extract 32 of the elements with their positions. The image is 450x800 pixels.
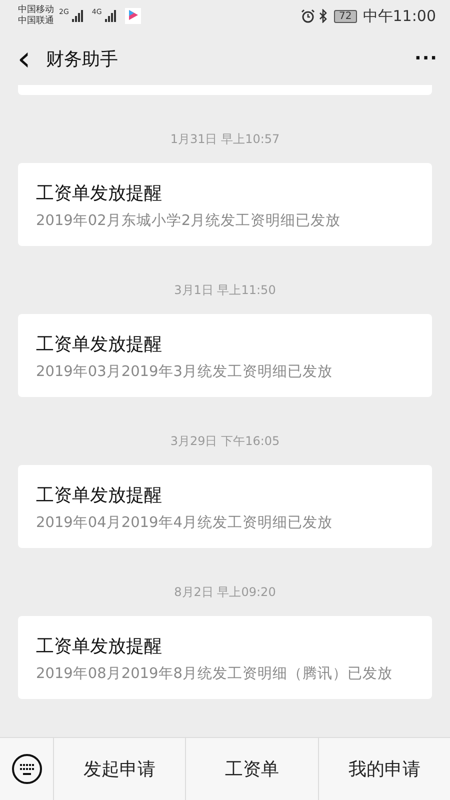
menu-button[interactable]: 工资单: [186, 738, 319, 800]
message-card[interactable]: 工资单发放提醒 2019年04月2019年4月统发工资明细已发放: [18, 465, 432, 548]
keyboard-icon: [10, 753, 42, 785]
message-title: 工资单发放提醒: [36, 333, 163, 356]
battery-indicator: 72: [334, 10, 357, 22]
message-title: 工资单发放提醒: [36, 484, 163, 507]
message-title: 工资单发放提醒: [36, 182, 163, 205]
message-card[interactable]: 工资单发放提醒 2019年02月东城小学2月统发工资明细已发放: [18, 163, 432, 246]
back-button[interactable]: ‹: [2, 36, 46, 80]
message-timestamp: 8月2日 早上09:20: [174, 585, 276, 599]
message-timestamp: 3月29日 下午16:05: [170, 434, 280, 448]
message-title: 工资单发放提醒: [36, 635, 163, 658]
message-timestamp: 3月1日 早上11:50: [174, 283, 276, 297]
message-card[interactable]: 工资单发放提醒 2019年08月2019年8月统发工资明细（腾讯）已发放: [18, 616, 432, 699]
message-body: 2019年02月东城小学2月统发工资明细已发放: [36, 212, 342, 230]
app-icon: [124, 8, 141, 24]
carrier-name: 中国移动: [18, 5, 54, 16]
carrier-name: 中国联通: [18, 16, 54, 27]
menu-button[interactable]: 发起申请: [54, 738, 186, 800]
message-body: 2019年08月2019年8月统发工资明细（腾讯）已发放: [36, 665, 394, 683]
clock-time: 中午11:00: [362, 6, 436, 26]
message-body: 2019年03月2019年3月统发工资明细已发放: [36, 363, 334, 381]
chat-title: 财务助手: [46, 48, 118, 70]
signal-icon: [72, 10, 86, 22]
bluetooth-icon: [318, 9, 328, 23]
message-body: 2019年04月2019年4月统发工资明细已发放: [36, 514, 334, 532]
menu-button[interactable]: 我的申请: [318, 738, 450, 800]
message-timestamp: 1月31日 早上10:57: [170, 132, 280, 146]
alarm-icon: [301, 9, 316, 23]
message-card[interactable]: 工资单发放提醒 2019年03月2019年3月统发工资明细已发放: [18, 314, 432, 397]
more-button[interactable]: ···: [414, 48, 438, 69]
signal-icon: [104, 10, 119, 22]
